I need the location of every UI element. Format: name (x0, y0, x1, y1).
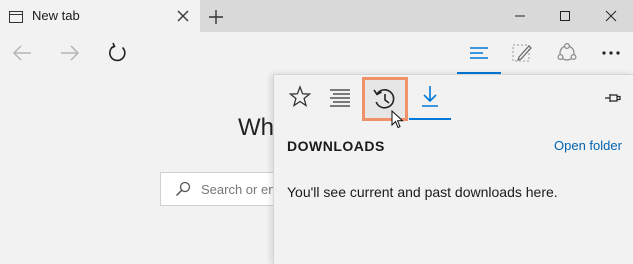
pin-icon[interactable] (604, 91, 622, 110)
tab-downloads[interactable] (414, 81, 446, 113)
maximize-button[interactable] (557, 8, 573, 24)
arrow-left-icon (12, 45, 31, 61)
refresh-icon (109, 42, 126, 62)
reading-list-icon (330, 89, 350, 107)
forward-button[interactable] (58, 42, 82, 64)
more-button[interactable] (599, 42, 623, 64)
web-note-icon (512, 44, 532, 62)
tab-title: New tab (32, 8, 80, 23)
downloads-title: DOWNLOADS (287, 138, 385, 154)
tab-reading-list[interactable] (324, 81, 356, 113)
refresh-button[interactable] (106, 42, 130, 64)
more-icon (602, 51, 620, 55)
tab-new-tab[interactable]: New tab (0, 0, 200, 32)
hub-icon (470, 47, 488, 59)
share-button[interactable] (555, 42, 579, 64)
tab-strip: New tab (0, 0, 633, 32)
hub-panel: DOWNLOADS Open folder You'll see current… (273, 74, 633, 264)
navigation-bar (0, 32, 633, 74)
maximize-icon (560, 11, 570, 21)
share-icon (557, 42, 577, 61)
new-tab-button[interactable] (206, 7, 226, 27)
page-heading: Wh (238, 114, 274, 141)
close-icon (605, 10, 617, 22)
hub-button[interactable] (467, 42, 491, 64)
mouse-cursor-icon (391, 109, 405, 135)
downloads-active-indicator (409, 118, 451, 120)
web-note-button[interactable] (510, 42, 534, 64)
star-icon (288, 85, 312, 108)
minimize-button[interactable] (512, 8, 528, 24)
search-placeholder: Search or en (201, 182, 276, 197)
open-folder-link[interactable]: Open folder (554, 138, 622, 153)
back-button[interactable] (10, 42, 34, 64)
downloads-empty-message: You'll see current and past downloads he… (287, 184, 558, 200)
download-icon (422, 86, 438, 107)
plus-icon (209, 10, 223, 24)
arrow-right-icon (61, 45, 80, 61)
tab-favorites[interactable] (284, 81, 316, 113)
search-input[interactable]: Search or en (160, 172, 280, 206)
window-close-button[interactable] (603, 8, 619, 24)
search-icon (175, 181, 191, 202)
browser-page-icon (9, 10, 23, 28)
close-icon[interactable] (177, 9, 189, 27)
minimize-icon (515, 15, 525, 17)
